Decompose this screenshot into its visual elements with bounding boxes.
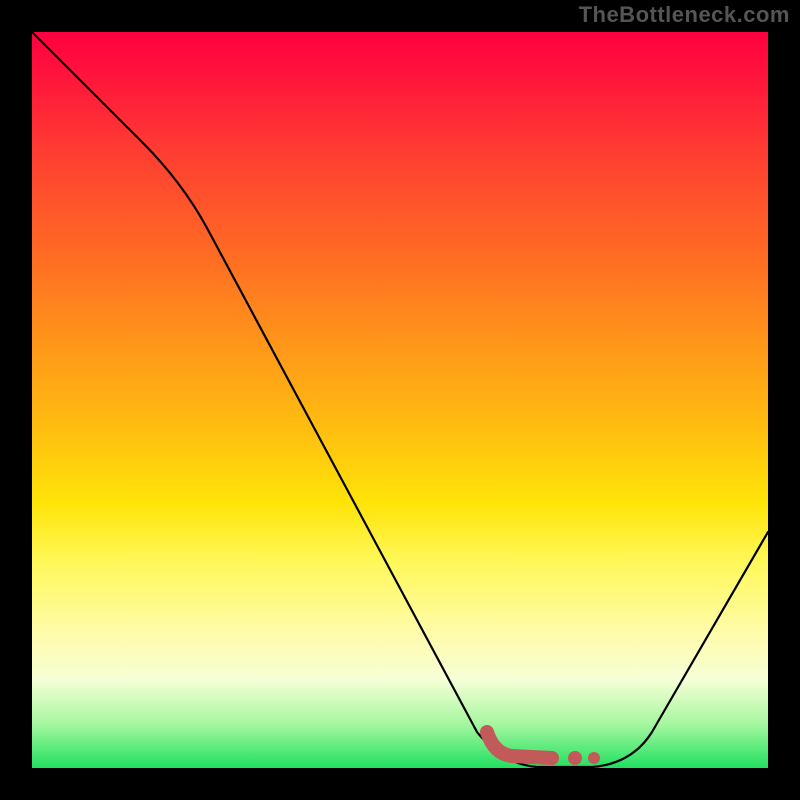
bottleneck-curve xyxy=(32,32,768,767)
watermark-text: TheBottleneck.com xyxy=(579,2,790,28)
plot-area xyxy=(32,32,768,768)
optimal-marker-dot-2 xyxy=(588,752,600,764)
optimal-marker xyxy=(487,732,552,758)
chart-svg xyxy=(32,32,768,768)
chart-frame: TheBottleneck.com xyxy=(0,0,800,800)
optimal-marker-dot xyxy=(568,751,582,765)
